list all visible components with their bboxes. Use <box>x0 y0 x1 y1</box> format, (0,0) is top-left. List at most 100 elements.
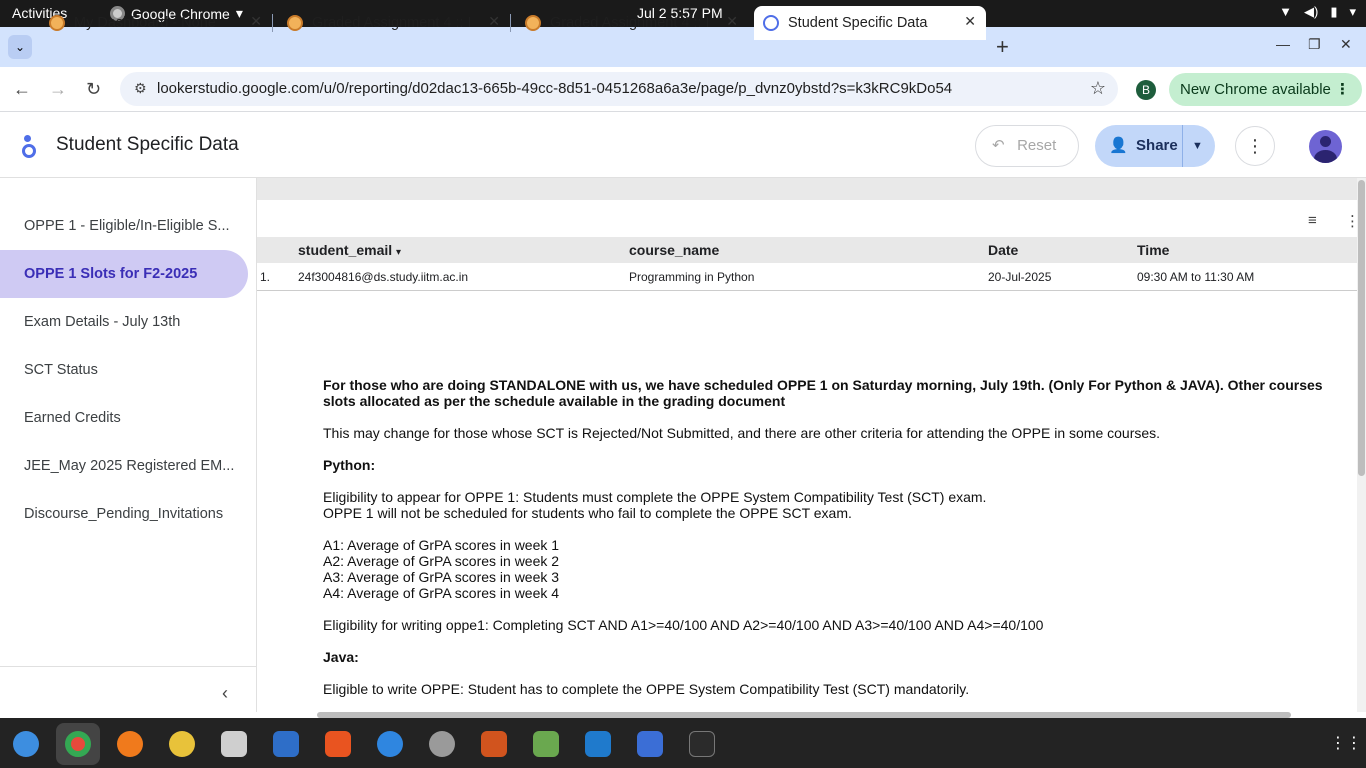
standalone-notice: For those who are doing STANDALONE with … <box>323 377 1323 409</box>
url-text: lookerstudio.google.com/u/0/reporting/d0… <box>157 80 953 97</box>
close-icon[interactable]: ✕ <box>488 13 500 30</box>
site-info-icon[interactable]: ⚙ <box>134 80 147 97</box>
grpa-definitions: A1: Average of GrPA scores in week 1 A2:… <box>323 537 560 601</box>
sidebar-item-oppe1-eligibility[interactable]: OPPE 1 - Eligible/In-Eligible S... <box>0 202 248 250</box>
tab-search-button[interactable]: ⌄ <box>8 35 32 59</box>
files-icon[interactable] <box>221 731 247 757</box>
person-add-icon: 👤 <box>1109 137 1128 154</box>
window-close-button[interactable]: ✕ <box>1340 36 1352 53</box>
share-dropdown-chevron-icon[interactable]: ▼ <box>1192 125 1203 167</box>
sidebar-item-earned-credits[interactable]: Earned Credits <box>0 394 248 442</box>
sidebar-item-discourse-invitations[interactable]: Discourse_Pending_Invitations <box>0 490 248 538</box>
chevron-down-icon: ▾ <box>1349 4 1356 19</box>
taskbar-dock <box>0 718 1366 768</box>
report-header: Student Specific Data ↶ Reset 👤 Share ▼ <box>0 112 1366 178</box>
cell-date: 20-Jul-2025 <box>988 270 1052 284</box>
tab-title: Student Specific Data <box>788 15 928 31</box>
sidebar-item-jee-registered[interactable]: JEE_May 2025 Registered EM... <box>0 442 248 490</box>
table-header: student_email ▾ course_name Date Time <box>257 237 1357 263</box>
more-options-button[interactable]: ⋮ <box>1235 126 1275 166</box>
firefox-icon[interactable] <box>117 731 143 757</box>
filter-icon[interactable]: ≡ <box>1308 212 1317 229</box>
minimize-button[interactable]: — <box>1276 36 1290 52</box>
looker-studio-logo-icon[interactable] <box>18 132 38 158</box>
sidebar-item-sct-status[interactable]: SCT Status <box>0 346 248 394</box>
site-favicon <box>49 15 65 31</box>
battery-icon: ▮ <box>1330 4 1338 19</box>
more-vert-icon: ⋮ <box>1335 81 1350 98</box>
undo-icon: ↶ <box>992 137 1005 154</box>
bookmark-star-icon[interactable]: ☆ <box>1090 78 1106 99</box>
vscode-icon[interactable] <box>585 731 611 757</box>
impress-icon[interactable] <box>481 731 507 757</box>
python-heading: Python: <box>323 457 376 473</box>
software-store-icon[interactable] <box>325 731 351 757</box>
text-editor-icon[interactable] <box>637 731 663 757</box>
report-canvas: ≡ ⋮ student_email ▾ course_name Date Tim… <box>257 178 1357 712</box>
settings-icon[interactable] <box>429 731 455 757</box>
tab-title: Graded Assignment 4 :: I <box>312 15 472 31</box>
reset-label: Reset <box>1017 137 1057 154</box>
column-header-date[interactable]: Date <box>988 242 1018 258</box>
image-viewer-icon[interactable] <box>533 731 559 757</box>
new-tab-button[interactable]: + <box>996 34 1009 60</box>
browser-toolbar: ← → ↻ ⚙ lookerstudio.google.com/u/0/repo… <box>0 67 1366 112</box>
reload-button[interactable]: ↻ <box>86 79 101 100</box>
volume-icon: ◀) <box>1303 4 1319 19</box>
site-favicon <box>525 15 541 31</box>
java-heading: Java: <box>323 649 359 665</box>
tab-title: My Dashboard - None <box>74 15 216 31</box>
address-bar[interactable]: ⚙ lookerstudio.google.com/u/0/reporting/… <box>120 72 1118 106</box>
maximize-button[interactable]: ❐ <box>1308 36 1321 53</box>
tab-graded-assignment-1[interactable]: Graded Assignment 4 :: I ✕ <box>278 6 511 40</box>
sort-desc-icon: ▾ <box>396 247 402 258</box>
system-tray[interactable]: ▼ ◀) ▮ ▾ <box>1279 4 1356 20</box>
ubuntu-icon[interactable] <box>13 731 39 757</box>
looker-studio-favicon <box>763 15 779 31</box>
terminal-icon[interactable] <box>689 731 715 757</box>
python-eligibility-text: Eligibility to appear for OPPE 1: Studen… <box>323 489 987 521</box>
sidebar-item-exam-details[interactable]: Exam Details - July 13th <box>0 298 248 346</box>
java-eligibility-text: Eligible to write OPPE: Student has to c… <box>323 681 970 697</box>
vertical-scrollbar[interactable] <box>1357 178 1366 712</box>
sct-change-notice: This may change for those whose SCT is R… <box>323 425 1161 441</box>
back-button[interactable]: ← <box>13 79 31 100</box>
forward-button[interactable]: → <box>49 79 67 100</box>
canvas-header-strip <box>257 178 1357 200</box>
close-icon[interactable]: ✕ <box>964 13 976 30</box>
oppe1-criteria: Eligibility for writing oppe1: Completin… <box>323 617 1044 633</box>
chrome-icon[interactable] <box>65 731 91 757</box>
site-favicon <box>287 15 303 31</box>
rhythmbox-icon[interactable] <box>169 731 195 757</box>
share-label: Share <box>1136 137 1178 154</box>
show-apps-grid-icon[interactable]: ⋮⋮⋮ <box>1330 733 1366 753</box>
collapse-sidebar-chevron-icon[interactable]: ‹ <box>222 683 228 704</box>
cell-time: 09:30 AM to 11:30 AM <box>1137 270 1255 284</box>
close-icon[interactable]: ✕ <box>726 13 738 30</box>
table-row[interactable]: 1. 24f3004816@ds.study.iitm.ac.in Progra… <box>257 263 1357 291</box>
report-title: Student Specific Data <box>56 134 239 155</box>
page-navigation-sidebar: OPPE 1 - Eligible/In-Eligible S... OPPE … <box>0 178 257 712</box>
tab-graded-assignment-2[interactable]: Graded Assignment 4 :: I ✕ <box>516 6 748 40</box>
chart-more-options-icon[interactable]: ⋮ <box>1345 212 1357 230</box>
column-header-student-email[interactable]: student_email ▾ <box>298 242 401 258</box>
cell-student-email: 24f3004816@ds.study.iitm.ac.in <box>298 270 469 284</box>
tab-student-specific-data[interactable]: Student Specific Data ✕ <box>754 6 986 40</box>
help-icon[interactable] <box>377 731 403 757</box>
wifi-icon: ▼ <box>1279 4 1292 19</box>
tab-my-dashboard[interactable]: My Dashboard - None ✕ <box>40 6 273 40</box>
sidebar-item-oppe1-slots[interactable]: OPPE 1 Slots for F2-2025 <box>0 250 248 298</box>
reset-button[interactable]: ↶ Reset <box>975 125 1079 167</box>
info-text-block: For those who are doing STANDALONE with … <box>323 377 1323 712</box>
profile-button[interactable]: B <box>1136 80 1156 100</box>
share-button[interactable]: 👤 Share ▼ <box>1095 125 1215 167</box>
tab-title: Graded Assignment 4 :: I <box>550 15 710 31</box>
column-header-time[interactable]: Time <box>1137 242 1169 258</box>
new-chrome-label: New Chrome available <box>1180 81 1331 98</box>
cell-course-name: Programming in Python <box>629 270 755 284</box>
close-icon[interactable]: ✕ <box>250 13 262 30</box>
writer-icon[interactable] <box>273 731 299 757</box>
new-chrome-available-button[interactable]: New Chrome available ⋮ <box>1169 73 1362 106</box>
column-header-course-name[interactable]: course_name <box>629 242 719 258</box>
avatar[interactable] <box>1309 130 1342 163</box>
